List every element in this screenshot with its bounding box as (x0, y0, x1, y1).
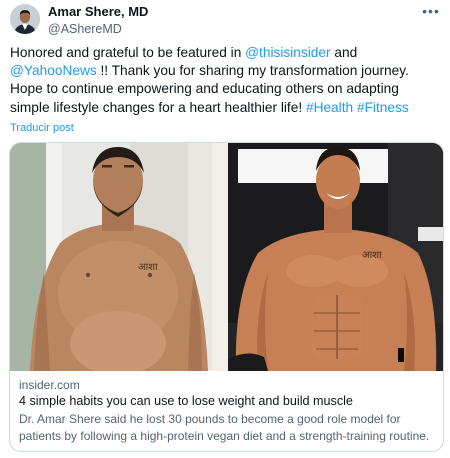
author-display-name[interactable]: Amar Shere, MD (48, 4, 148, 20)
card-domain: insider.com (19, 378, 80, 392)
link-card[interactable]: आशा आशा insider.com 4 simple habits you … (9, 142, 444, 452)
before-photo: आशा (10, 143, 228, 371)
card-body[interactable]: insider.com 4 simple habits you can use … (19, 377, 435, 444)
tweet-text-part: and (330, 45, 358, 60)
hashtag-fitness[interactable]: #Fitness (357, 100, 409, 115)
card-description: Dr. Amar Shere said he lost 30 pounds to… (19, 412, 430, 443)
after-chest-tattoo: आशा (362, 250, 382, 261)
translate-post-link[interactable]: Traducir post (10, 122, 74, 134)
more-options-icon[interactable]: ••• (420, 4, 442, 22)
avatar-photo-icon (10, 4, 40, 34)
hashtag-health[interactable]: #Health (306, 100, 353, 115)
author-avatar[interactable] (10, 4, 40, 34)
after-photo: आशा (228, 143, 443, 371)
before-chest-tattoo: आशा (138, 262, 158, 273)
tweet-text-part: Honored and grateful to be featured in (10, 45, 246, 60)
card-media[interactable]: आशा आशा (10, 143, 443, 371)
author-names: Amar Shere, MD @AShereMD (48, 4, 148, 37)
tweet-header: Amar Shere, MD @AShereMD ••• (10, 4, 442, 38)
mention-thisisinsider[interactable]: @thisisinsider (245, 45, 330, 60)
author-handle[interactable]: @AShereMD (48, 21, 148, 37)
tweet-text: Honored and grateful to be featured in @… (10, 44, 442, 117)
card-title[interactable]: 4 simple habits you can use to lose weig… (19, 393, 435, 410)
mention-yahoonews[interactable]: @YahooNews (10, 63, 97, 78)
